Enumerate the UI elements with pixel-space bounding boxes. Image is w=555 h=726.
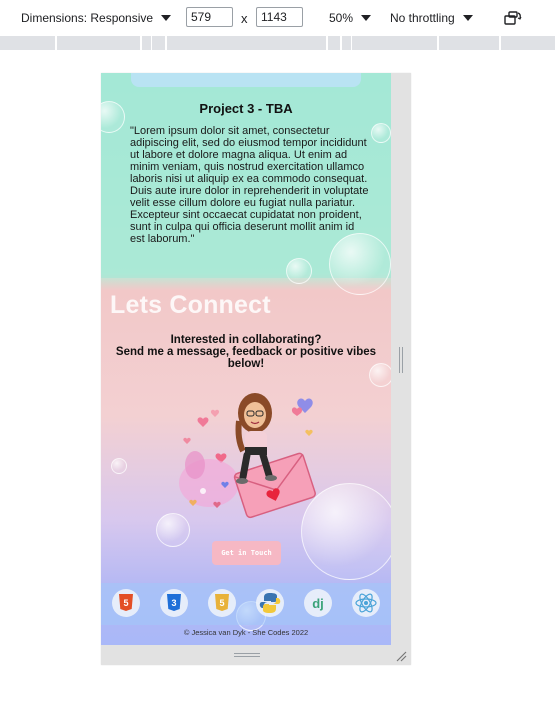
resize-grip-icon [399,347,403,373]
rotate-device-icon [504,11,522,25]
ruler-tick [351,36,352,50]
ruler-tick [165,36,167,50]
zoom-label: 50% [329,11,354,25]
svg-text:5: 5 [123,598,128,608]
ruler-tick [499,36,501,50]
connect-line-2: Send me a message, feedback or positive … [115,346,377,370]
width-input[interactable] [186,7,233,27]
project-description: "Lorem ipsum dolor sit amet, consectetur… [130,125,369,245]
nav-strip [131,73,361,87]
ruler-tick [151,36,152,50]
connect-heading: Lets Connect [110,291,271,319]
device-toolbar: Dimensions: Responsive x 50% No throttli… [0,0,555,36]
django-icon: dj [304,589,332,617]
tech-stack-bar [101,583,391,625]
html5-icon: 5 [112,589,140,617]
rotate-device-button[interactable] [504,0,522,36]
python-icon [256,589,284,617]
ruler-tick [340,36,342,50]
get-in-touch-button[interactable]: Get in Touch [212,541,281,565]
resize-grip-icon [234,653,260,657]
bubble-decoration [111,458,127,474]
chevron-down-icon [462,15,473,21]
bubble-decoration [371,123,391,143]
ruler-tick [55,36,57,50]
svg-text:3: 3 [171,598,176,608]
media-query-ruler[interactable] [0,36,555,50]
throttling-dropdown[interactable]: No throttling [390,0,473,36]
zoom-dropdown[interactable]: 50% [329,0,372,36]
times-symbol: x [241,10,248,26]
chevron-down-icon [361,15,372,21]
footer-copyright: © Jessica van Dyk - She Codes 2022 [183,628,309,637]
project-title: Project 3 - TBA [199,101,293,116]
chevron-down-icon [161,15,172,21]
css3-icon: 3 [160,589,188,617]
bubble-decoration [286,258,312,284]
corner-resize-icon[interactable] [395,650,407,662]
avatar-envelope-illustration [179,393,316,519]
page-viewport: Project 3 - TBA "Lorem ipsum dolor sit a… [101,73,391,645]
dimensions-label: Dimensions: Responsive [21,11,154,25]
dimensions-dropdown[interactable]: Dimensions: Responsive [21,0,172,36]
ruler-tick [326,36,328,50]
connect-line-1: Interested in collaborating? [170,334,322,346]
svg-text:dj: dj [312,596,324,611]
ruler-tick [437,36,439,50]
svg-text:5: 5 [219,598,224,608]
react-icon [352,589,380,617]
javascript-icon: 5 [208,589,236,617]
connect-message: Interested in collaborating? Send me a m… [101,334,391,370]
height-input[interactable] [256,7,303,27]
throttling-label: No throttling [390,11,455,25]
ruler-tick [140,36,142,50]
